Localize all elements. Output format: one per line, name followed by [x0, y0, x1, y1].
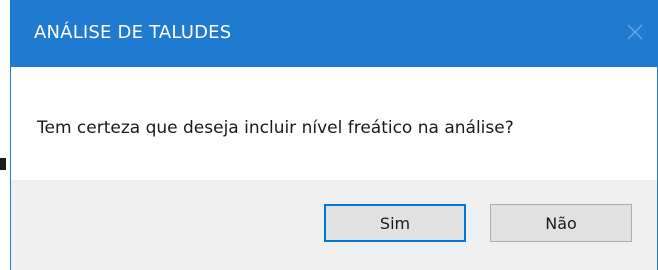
dialog-title: ANÁLISE DE TALUDES: [34, 22, 232, 43]
yes-button[interactable]: Sim: [324, 204, 466, 242]
dialog-titlebar[interactable]: ANÁLISE DE TALUDES: [11, 0, 657, 67]
background-window-mark: [0, 158, 6, 170]
dialog-content: Tem certeza que deseja incluir nível fre…: [11, 67, 657, 180]
dialog-message: Tem certeza que deseja incluir nível fre…: [37, 118, 514, 138]
close-icon[interactable]: [625, 22, 645, 42]
background-window-edge: [0, 0, 10, 270]
no-button[interactable]: Não: [490, 204, 632, 242]
dialog-button-bar: Sim Não: [11, 180, 657, 270]
confirmation-dialog: ANÁLISE DE TALUDES Tem certeza que desej…: [10, 0, 658, 270]
